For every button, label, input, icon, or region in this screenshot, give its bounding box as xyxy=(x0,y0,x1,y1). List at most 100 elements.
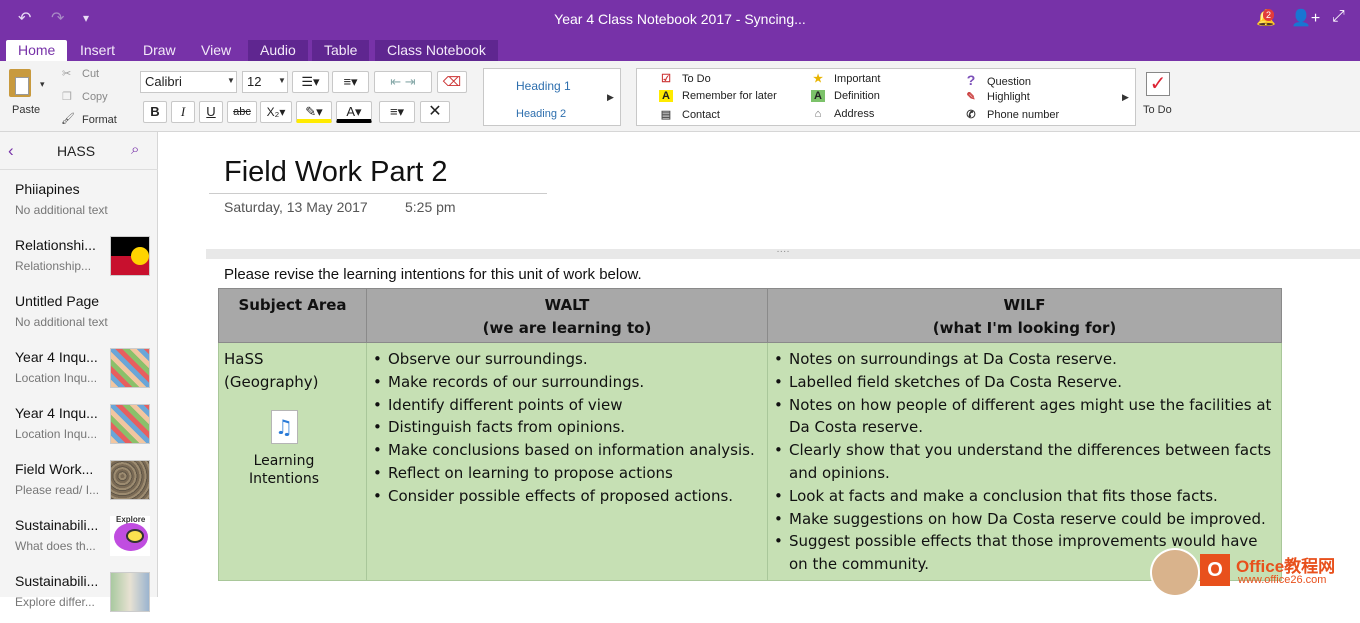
paste-label[interactable]: Paste xyxy=(12,104,40,116)
expand-icon[interactable]: ⤢ xyxy=(1332,8,1345,26)
clear-formatting-button[interactable]: ⌫ xyxy=(437,71,467,93)
header-wilf[interactable]: WILF (what I'm looking for) xyxy=(767,288,1282,343)
page-list-item[interactable]: Year 4 Inqu... Location Inqu... xyxy=(0,399,158,455)
tags-more-icon[interactable]: ▶ xyxy=(1122,92,1129,103)
tag-important[interactable]: ★ Important xyxy=(811,72,880,85)
office-logo-icon: O xyxy=(1200,554,1230,586)
instruction-text[interactable]: Please revise the learning intentions fo… xyxy=(224,266,642,283)
tab-home[interactable]: Home xyxy=(6,40,68,61)
style-heading-1[interactable]: Heading 1 xyxy=(516,79,571,93)
tab-draw[interactable]: Draw xyxy=(131,40,188,61)
tag-highlight[interactable]: ✎ Highlight xyxy=(964,90,1029,103)
copy-button[interactable]: Copy xyxy=(82,91,108,103)
page-list-item[interactable]: Relationshi... Relationship... xyxy=(0,231,158,287)
phone-icon: ✆ xyxy=(966,109,976,121)
tag-phone-number[interactable]: ✆ Phone number xyxy=(964,108,1059,121)
table-header-row: Subject Area WALT (we are learning to) WI… xyxy=(218,288,1282,343)
tag-definition[interactable]: A Definition xyxy=(811,90,880,102)
subject-cell[interactable]: HaSS (Geography) ♫ Learning Intentions xyxy=(218,342,367,581)
note-container-handle[interactable]: ···· xyxy=(206,247,1360,259)
page-title[interactable]: Field Work Part 2 xyxy=(224,156,447,189)
audio-attachment[interactable]: ♫ Learning Intentions xyxy=(234,409,334,488)
page-date: Saturday, 13 May 2017 xyxy=(224,199,368,215)
avatar xyxy=(1150,548,1200,597)
bullets-button[interactable]: ☰▾ xyxy=(292,71,329,93)
tag-to-do[interactable]: ☑ To Do xyxy=(659,72,711,85)
page-title: Year 4 Inqu... xyxy=(15,405,98,421)
page-list-item[interactable]: Year 4 Inqu... Location Inqu... xyxy=(0,343,158,399)
font-color-button[interactable]: A▾ xyxy=(336,101,372,123)
list-item: Consider possible effects of proposed ac… xyxy=(372,485,762,508)
page-list-item[interactable]: Sustainabili... What does th... Explore xyxy=(0,511,158,567)
tab-insert[interactable]: Insert xyxy=(68,40,127,61)
star-icon: ★ xyxy=(813,73,823,85)
to-do-tag-icon[interactable]: ✓ xyxy=(1146,72,1170,96)
align-button[interactable]: ≡▾ xyxy=(379,101,415,123)
section-name: HASS xyxy=(56,143,96,159)
page-time: 5:25 pm xyxy=(405,199,456,215)
walt-cell[interactable]: Observe our surroundings. Make records o… xyxy=(366,342,768,581)
page-list-item[interactable]: Phiiapines No additional text xyxy=(0,175,158,231)
bold-button[interactable]: B xyxy=(143,101,167,123)
explore-label: Explore xyxy=(116,515,146,524)
question-marks-thumbnail xyxy=(110,348,150,388)
notification-badge: 2 xyxy=(1263,9,1275,21)
house-icon: ⌂ xyxy=(814,108,822,120)
search-icon[interactable]: ⌕ xyxy=(131,141,139,158)
header-subject-area[interactable]: Subject Area xyxy=(218,288,367,343)
page-list-item[interactable]: Field Work... Please read/ I... xyxy=(0,455,158,511)
cut-button[interactable]: Cut xyxy=(82,68,99,80)
list-item: Notes on how people of different ages mi… xyxy=(773,394,1276,440)
list-item: Notes on surroundings at Da Costa reserv… xyxy=(773,348,1276,371)
header-walt[interactable]: WALT (we are learning to) xyxy=(366,288,768,343)
attachment-name: Learning Intentions xyxy=(248,452,320,487)
to-do-tag-button[interactable]: To Do xyxy=(1143,104,1172,116)
tags-gallery[interactable]: ☑ To Do A Remember for later ▤ Contact ★ Imp… xyxy=(636,68,1136,126)
list-item: Make records of our surroundings. xyxy=(372,371,762,394)
font-family-select[interactable]: Calibri xyxy=(140,71,237,93)
page-title: Field Work... xyxy=(15,461,94,477)
tab-class-notebook[interactable]: Class Notebook xyxy=(375,40,498,61)
styles-gallery[interactable]: Heading 1 Heading 2 ▶ xyxy=(483,68,621,126)
ribbon-tabs: Home Insert Draw View Audio Table Class … xyxy=(0,38,1360,98)
page-list-item[interactable]: Untitled Page No additional text xyxy=(0,287,158,343)
learning-intentions-table[interactable]: Subject Area WALT (we are learning to) WI… xyxy=(218,288,1282,581)
subscript-button[interactable]: X₂▾ xyxy=(260,101,292,123)
page-title: Sustainabili... xyxy=(15,517,99,533)
share-icon[interactable]: 👤+ xyxy=(1291,8,1320,28)
section-header: ‹ HASS ⌕ xyxy=(0,132,158,170)
delete-button[interactable]: ✕ xyxy=(420,101,450,123)
underline-button[interactable]: U xyxy=(199,101,223,123)
numbering-button[interactable]: ≡▾ xyxy=(332,71,369,93)
styles-more-icon[interactable]: ▶ xyxy=(607,92,614,103)
style-heading-2[interactable]: Heading 2 xyxy=(516,108,566,120)
page-list-item[interactable]: Sustainabili... Explore differ... xyxy=(0,567,158,623)
format-painter-button[interactable]: Format xyxy=(82,114,117,126)
tag-remember-for-later[interactable]: A Remember for later xyxy=(659,90,777,102)
tag-question[interactable]: ? Question xyxy=(964,72,1031,88)
explore-thumbnail: Explore xyxy=(110,515,150,556)
paste-icon[interactable] xyxy=(9,69,31,97)
paste-dropdown-icon[interactable]: ▾ xyxy=(40,79,45,90)
strikethrough-button[interactable]: abc xyxy=(227,101,257,123)
tag-contact[interactable]: ▤ Contact xyxy=(659,108,720,121)
audio-file-icon: ♫ xyxy=(270,409,298,444)
tab-table[interactable]: Table xyxy=(312,40,370,61)
highlight-color-button[interactable]: ✎▾ xyxy=(296,101,332,123)
tab-audio[interactable]: Audio xyxy=(248,40,308,61)
italic-button[interactable]: I xyxy=(171,101,195,123)
subject-text: HaSS (Geography) xyxy=(224,350,319,391)
wilf-cell[interactable]: Notes on surroundings at Da Costa reserv… xyxy=(767,342,1282,581)
scissors-icon: ✂ xyxy=(62,68,72,80)
chevron-down-icon: ▼ xyxy=(227,76,235,85)
tag-address[interactable]: ⌂ Address xyxy=(811,108,875,120)
indent-buttons[interactable]: ⇤ ⇥ xyxy=(374,71,432,93)
page-preview: Explore differ... xyxy=(15,595,95,609)
page-title: Relationshi... xyxy=(15,237,96,253)
page-title: Phiiapines xyxy=(15,181,80,197)
list-item: Make suggestions on how Da Costa reserve… xyxy=(773,508,1276,531)
page-preview: Location Inqu... xyxy=(15,427,98,441)
question-icon: ? xyxy=(966,72,976,88)
tab-view[interactable]: View xyxy=(189,40,243,61)
page-canvas[interactable]: Field Work Part 2 Saturday, 13 May 2017 … xyxy=(159,132,1360,597)
